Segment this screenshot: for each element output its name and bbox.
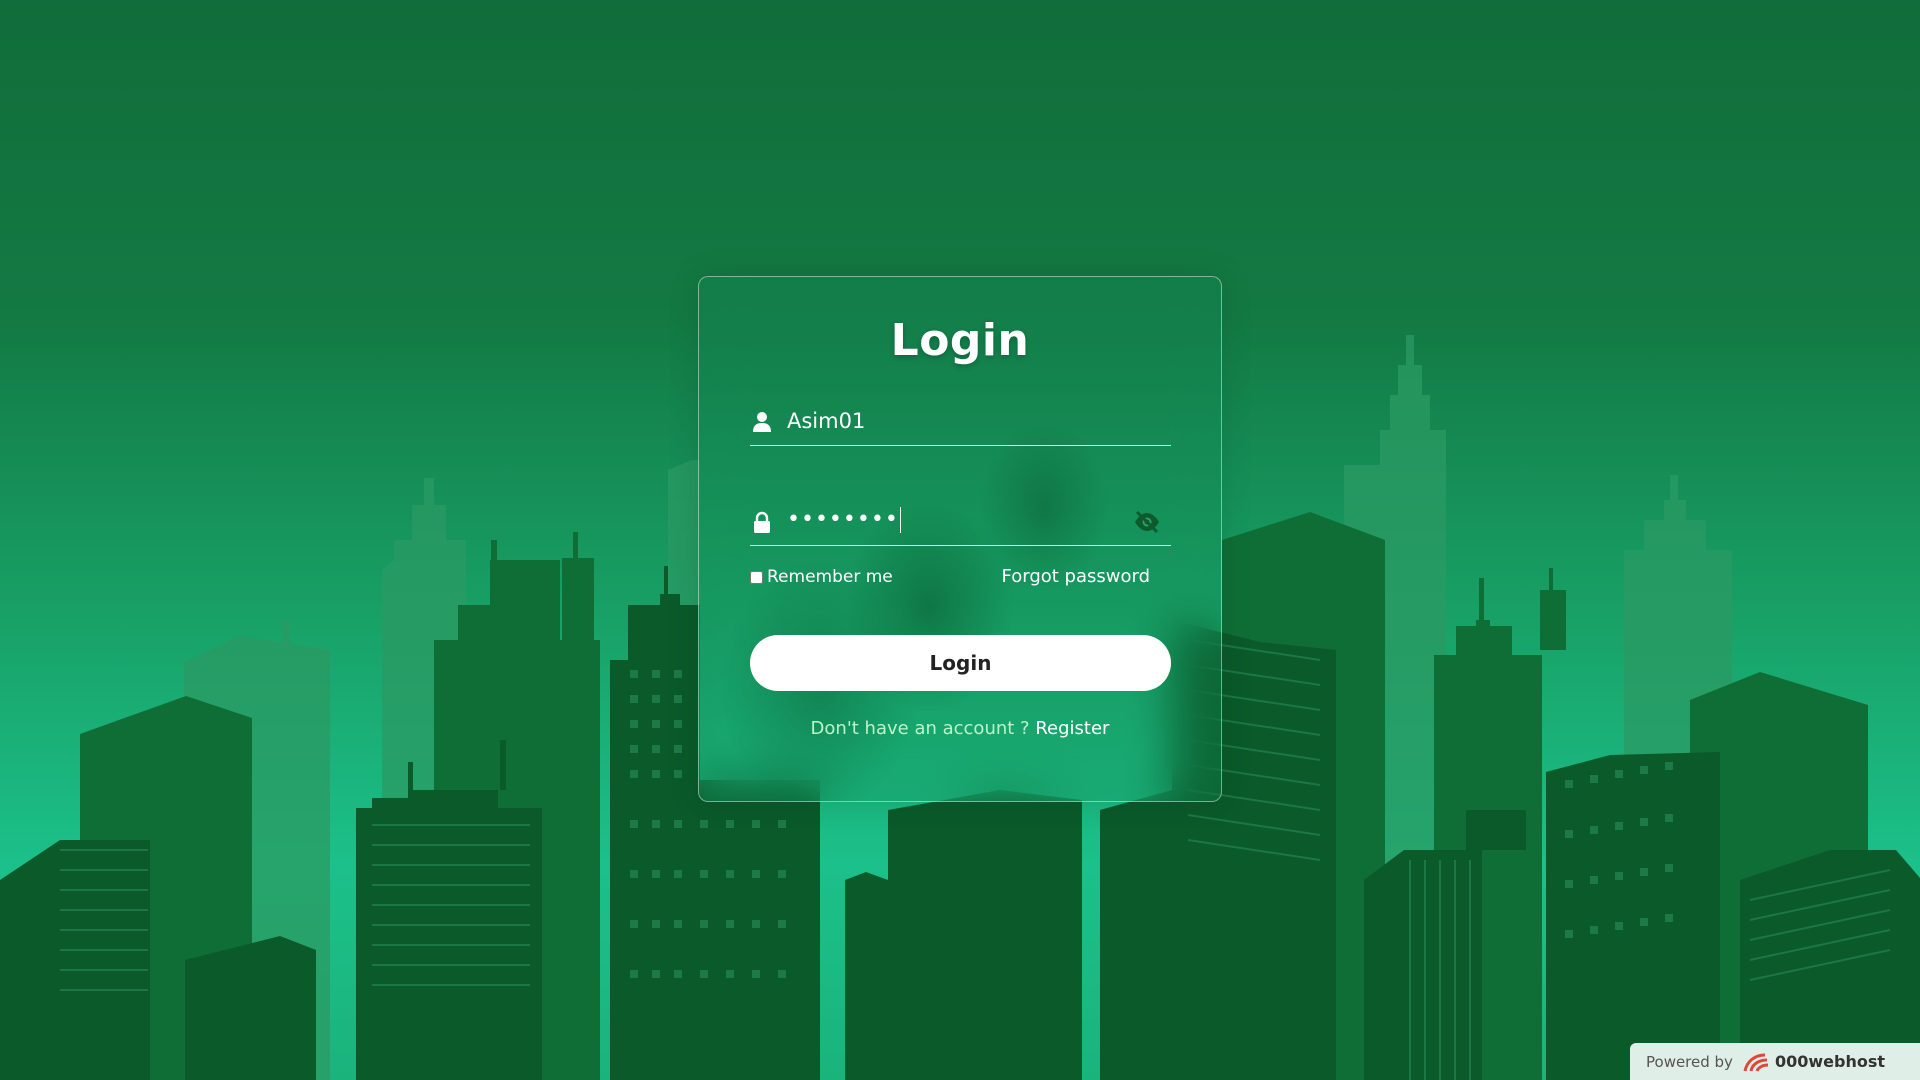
eye-slash-icon[interactable] <box>1133 510 1161 534</box>
remember-me[interactable]: Remember me <box>750 567 893 587</box>
text-caret <box>899 507 902 533</box>
forgot-password-link[interactable]: Forgot password <box>1002 566 1150 587</box>
username-field[interactable]: Asim01 <box>750 399 1171 446</box>
login-button[interactable]: Login <box>750 635 1171 691</box>
register-link[interactable]: Register <box>1035 718 1109 739</box>
password-input[interactable]: •••••••• <box>787 507 1117 533</box>
lock-icon <box>754 511 770 533</box>
register-prompt: Don't have an account ? Register <box>699 718 1221 739</box>
login-page: Login Asim01 •••••••• Remember me Forgot… <box>0 0 1920 1080</box>
powered-by-label: Powered by <box>1646 1052 1733 1071</box>
password-field[interactable]: •••••••• <box>750 499 1171 546</box>
login-card: Login Asim01 •••••••• Remember me Forgot… <box>698 276 1222 802</box>
webhost-brand: 000webhost <box>1774 1052 1885 1071</box>
remember-me-label: Remember me <box>767 567 893 587</box>
webhost-logo-icon <box>1743 1053 1769 1072</box>
login-title: Login <box>890 315 1030 366</box>
remember-me-checkbox[interactable] <box>750 570 763 584</box>
powered-by-badge[interactable]: Powered by 000webhost <box>1630 1043 1920 1080</box>
username-input[interactable]: Asim01 <box>787 409 1117 433</box>
register-prompt-text: Don't have an account ? <box>810 718 1030 739</box>
password-masked-value: •••••••• <box>787 507 899 532</box>
user-icon <box>753 412 771 432</box>
